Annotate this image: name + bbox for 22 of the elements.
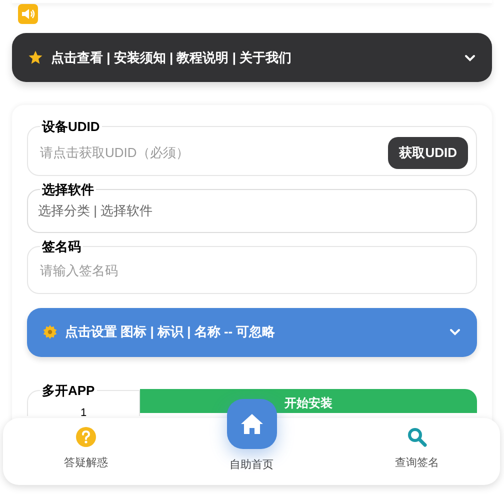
field-label: 选择软件 bbox=[41, 180, 95, 198]
settings-bar[interactable]: 点击设置 图标 | 标识 | 名称 -- 可忽略 bbox=[27, 308, 477, 356]
star-icon bbox=[28, 50, 43, 65]
get-udid-button[interactable]: 获取UDID bbox=[388, 136, 468, 168]
udid-field[interactable]: 设备UDID 请点击获取UDID（必须） 获取UDID bbox=[27, 117, 477, 176]
notice-bar[interactable]: 点击查看 | 安装须知 | 教程说明 | 关于我们 bbox=[12, 33, 492, 82]
nav-label[interactable]: 查询签名 bbox=[395, 454, 440, 471]
home-button[interactable] bbox=[227, 399, 277, 449]
sign-code-input[interactable]: 请输入签名码 bbox=[40, 260, 464, 280]
field-label: 设备UDID bbox=[40, 118, 101, 136]
select-value: 选择分类 | 选择软件 bbox=[38, 203, 153, 218]
gear-icon bbox=[43, 325, 57, 339]
nav-label[interactable]: 自助首页 bbox=[229, 456, 274, 473]
chevron-icon bbox=[449, 326, 461, 338]
search-icon bbox=[407, 426, 428, 446]
sign-code-field[interactable]: 签名码 请输入签名码 bbox=[27, 237, 477, 294]
udid-input[interactable]: 请点击获取UDID（必须） bbox=[40, 142, 388, 162]
nav-label[interactable]: 答疑解惑 bbox=[64, 454, 108, 471]
field-label: 签名码 bbox=[41, 238, 82, 256]
home-icon bbox=[240, 413, 264, 435]
field-label: 多开APP bbox=[41, 382, 96, 400]
question-icon bbox=[76, 426, 96, 446]
